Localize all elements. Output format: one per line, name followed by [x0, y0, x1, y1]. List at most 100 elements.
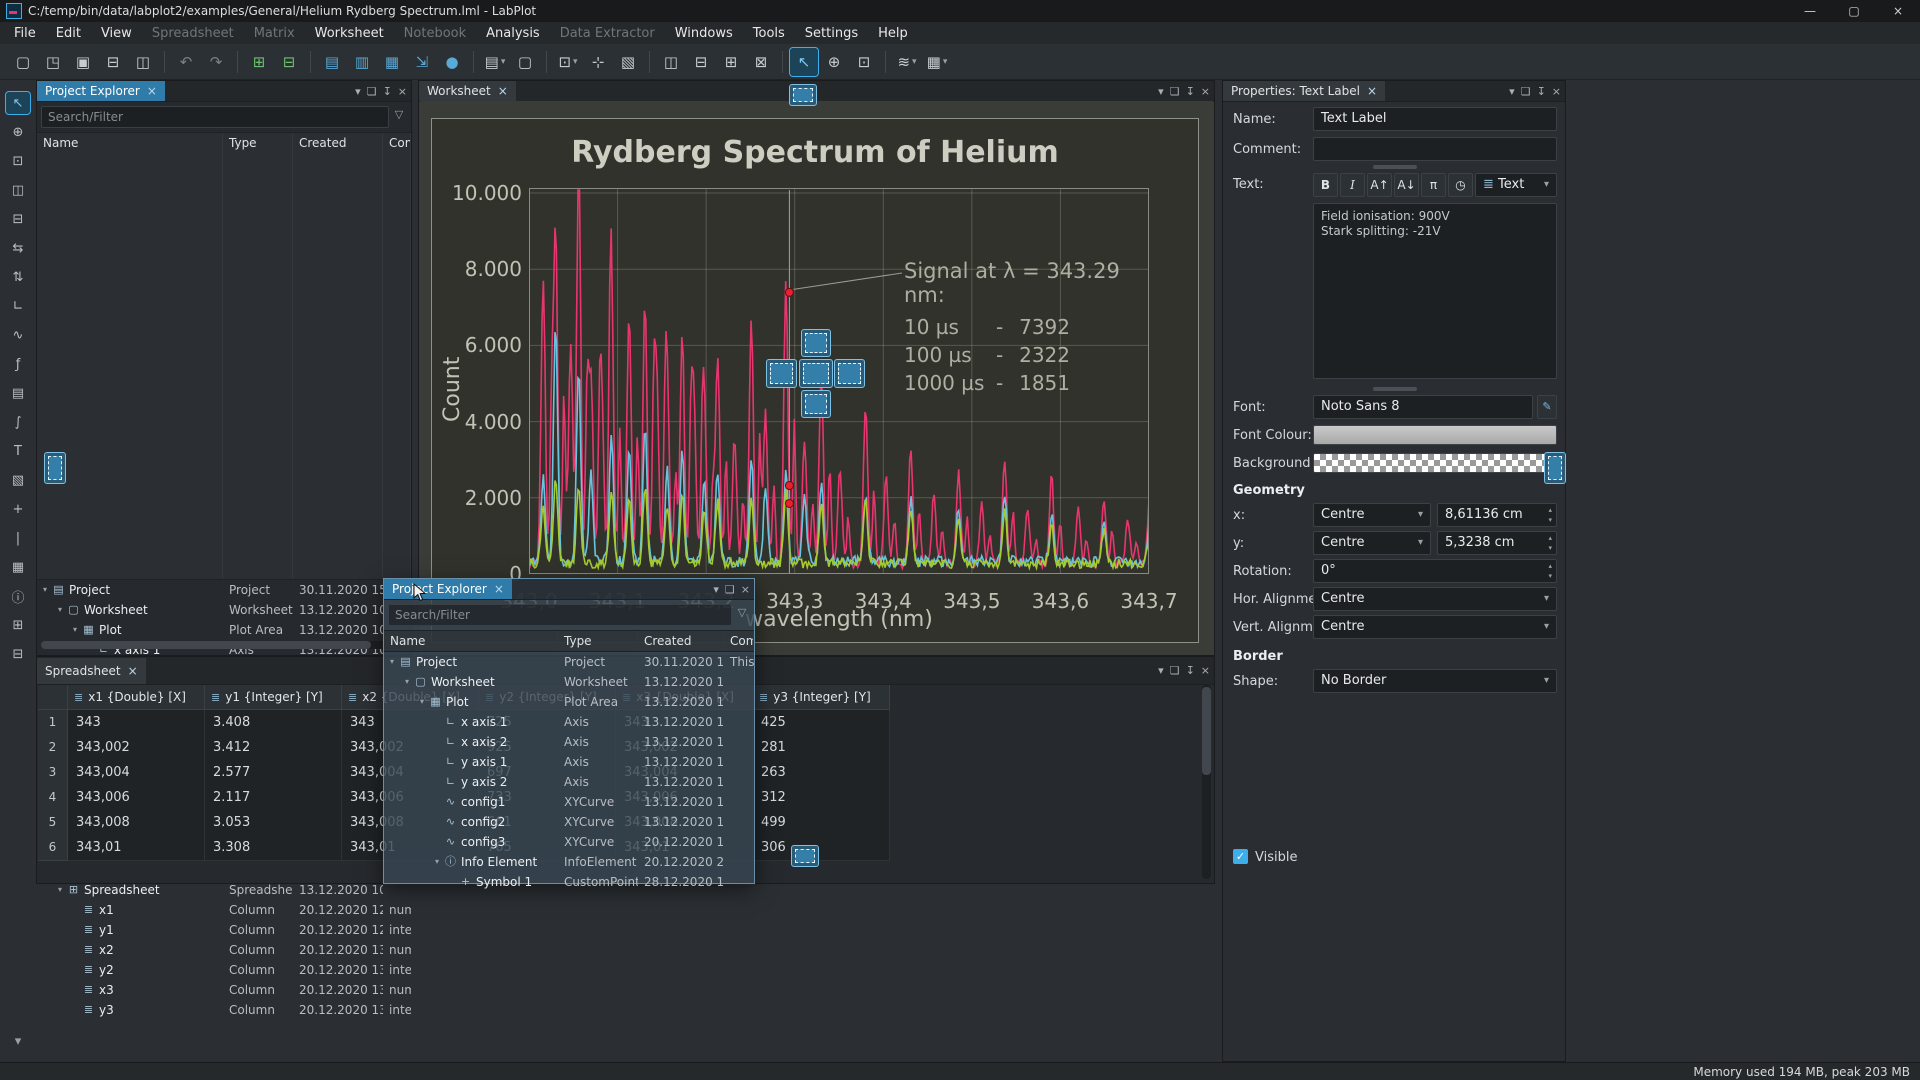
tab-close-icon[interactable]: × [494, 582, 504, 596]
tab-close-icon[interactable]: × [147, 84, 157, 98]
floating-explorer-row-config2[interactable]: ∿config2XYCurve13.12.2020 10:11 [384, 812, 754, 832]
dock-close-button[interactable]: × [1552, 85, 1561, 98]
insert-rows-button[interactable]: ▤ [318, 48, 346, 76]
floating-explorer-row-project[interactable]: ▾▤ProjectProject30.11.2020 15:23This pro… [384, 652, 754, 672]
row-header-1[interactable]: 1 [38, 710, 68, 736]
custom-point-marker-1[interactable] [785, 288, 793, 296]
floating-explorer-row-y-axis-1[interactable]: ∟y axis 1Axis13.12.2020 10:01 [384, 752, 754, 772]
dock-float-button[interactable]: ❏ [1521, 85, 1531, 98]
dock-float-button[interactable]: ❏ [367, 85, 377, 98]
cell-x1-4[interactable]: 343,006 [68, 785, 205, 811]
column-header-x1[interactable]: ≣x1 {Double} [X] [68, 685, 205, 710]
tab-spreadsheet[interactable]: Spreadsheet × [37, 658, 146, 684]
name-field[interactable]: Text Label [1313, 107, 1557, 131]
plot-title[interactable]: Rydberg Spectrum of Helium [432, 135, 1198, 170]
cell-y3-2[interactable]: 281 [753, 735, 890, 761]
cell-y3-6[interactable]: 306 [753, 835, 890, 861]
cell-y1-2[interactable]: 3.412 [205, 735, 342, 761]
floating-explorer-row-y-axis-2[interactable]: ∟y axis 2Axis13.12.2020 10:01 [384, 772, 754, 792]
expander-icon[interactable]: ▾ [416, 692, 428, 712]
floating-explorer-row-config3[interactable]: ∿config3XYCurve20.12.2020 12:39 [384, 832, 754, 852]
tab-close-icon[interactable]: × [1367, 84, 1377, 98]
spreadsheet-vscrollbar[interactable] [1202, 685, 1211, 879]
cell-y3-5[interactable]: 499 [753, 810, 890, 836]
minimize-button[interactable]: — [1788, 0, 1832, 22]
cell-x1-5[interactable]: 343,008 [68, 810, 205, 836]
expander-icon[interactable]: ▾ [69, 620, 81, 640]
spin-down-icon[interactable]: ▾ [1548, 543, 1552, 553]
cell-x1-3[interactable]: 343,004 [68, 760, 205, 786]
datetime-button[interactable]: ◷ [1448, 173, 1473, 197]
save-project-button[interactable]: ▣ [69, 48, 97, 76]
add-image-button[interactable]: ▧ [6, 469, 30, 491]
explorer-hscrollbar[interactable] [41, 641, 403, 649]
add-curve-arrow-icon[interactable]: ▾ [912, 57, 917, 67]
dock-pin-button[interactable]: ↧ [1186, 664, 1195, 677]
row-header-2[interactable]: 2 [38, 735, 68, 761]
superscript-button[interactable]: A↑ [1367, 173, 1392, 197]
row-header-4[interactable]: 4 [38, 785, 68, 811]
menu-data-extractor[interactable]: Data Extractor [550, 24, 665, 43]
x-position-combobox[interactable]: Centre [1313, 503, 1431, 527]
zoom-mode-button[interactable]: ⊡▾ [554, 48, 582, 76]
expander-icon[interactable]: ▾ [54, 600, 66, 620]
zoom-select-region-button[interactable]: ⊡ [6, 150, 30, 172]
explorer-row-y2[interactable]: ≣y2Column20.12.2020 13:55integer da [37, 960, 411, 980]
crosshair-cursor-button[interactable]: ⊕ [6, 121, 30, 143]
column-header-type[interactable]: Type [558, 631, 638, 651]
export-worksheet-button[interactable]: ▤▾ [481, 48, 509, 76]
scrollbar-thumb[interactable] [1202, 687, 1211, 775]
tile-windows-button[interactable]: ⊞ [245, 48, 273, 76]
floating-explorer-row-symbol-1[interactable]: +Symbol 1CustomPoint28.12.2020 10:06 [384, 872, 754, 892]
menu-worksheet[interactable]: Worksheet [305, 24, 394, 43]
font-field[interactable]: Noto Sans 8 [1313, 395, 1533, 419]
dock-close-button[interactable]: × [1201, 85, 1210, 98]
tab-project-explorer-floating[interactable]: Project Explorer × [384, 579, 512, 599]
drop-indicator-top[interactable] [801, 329, 831, 357]
zoom-select-mode-button[interactable]: ⊡ [850, 48, 878, 76]
comment-field[interactable] [1313, 137, 1557, 161]
explorer-row-x3[interactable]: ≣x3Column20.12.2020 13:56numerical [37, 980, 411, 1000]
add-plot-arrow-icon[interactable]: ▾ [943, 57, 948, 67]
crosshair-mode-button[interactable]: ⊕ [820, 48, 848, 76]
explorer-row-project[interactable]: ▾▤ProjectProject30.11.2020 15:23This pro… [37, 580, 411, 600]
zoom-mode-arrow-icon[interactable]: ▾ [573, 57, 578, 67]
shift-x-button[interactable]: ⇆ [6, 237, 30, 259]
scrollbar-thumb[interactable] [41, 641, 371, 649]
custom-point-marker-3[interactable] [785, 499, 793, 507]
drop-indicator-outer-right[interactable] [1544, 452, 1566, 484]
visible-checkbox[interactable]: ✓ [1233, 849, 1248, 864]
spin-up-icon[interactable]: ▴ [1548, 533, 1552, 543]
add-text-label-button[interactable]: T [6, 440, 30, 462]
menu-settings[interactable]: Settings [795, 24, 868, 43]
tab-worksheet[interactable]: Worksheet × [419, 81, 516, 101]
drop-indicator-outer-bottom[interactable] [791, 845, 819, 867]
add-equation-curve-button[interactable]: ƒ [6, 353, 30, 375]
dock-float-button[interactable]: ❏ [1170, 85, 1180, 98]
dock-menu-button[interactable]: ▾ [1158, 85, 1164, 98]
add-analysis-button[interactable]: ∫ [6, 411, 30, 433]
drop-indicator-bottom[interactable] [801, 390, 831, 418]
symbols-button[interactable]: π [1421, 173, 1446, 197]
tab-close-icon[interactable]: × [128, 664, 138, 678]
splitter-grip[interactable] [1373, 387, 1417, 391]
menu-file[interactable]: File [4, 24, 46, 43]
y-position-spinbox[interactable]: 5,3238 cm ▴▾ [1437, 531, 1557, 555]
menu-windows[interactable]: Windows [665, 24, 743, 43]
dock-menu-button[interactable]: ▾ [713, 583, 719, 596]
vertical-layout-button[interactable]: ◫ [657, 48, 685, 76]
close-button[interactable]: × [1876, 0, 1920, 22]
column-header-commen[interactable]: Commen [383, 133, 411, 579]
fit-page-button[interactable]: ⊹ [584, 48, 612, 76]
new-project-button[interactable]: ▢ [9, 48, 37, 76]
explorer-row-worksheet[interactable]: ▾▢WorksheetWorksheet13.12.2020 10:01 [37, 600, 411, 620]
floating-explorer-row-config1[interactable]: ∿config1XYCurve13.12.2020 10:09 [384, 792, 754, 812]
tab-close-icon[interactable]: × [498, 84, 508, 98]
column-header-type[interactable]: Type [223, 133, 293, 579]
explorer-row-plot[interactable]: ▾▦PlotPlot Area13.12.2020 10:01 [37, 620, 411, 640]
menu-spreadsheet[interactable]: Spreadsheet [142, 24, 244, 43]
font-colour-swatch[interactable] [1313, 425, 1557, 445]
x-position-spinbox[interactable]: 8,61136 cm ▴▾ [1437, 503, 1557, 527]
shift-y-button[interactable]: ⇅ [6, 266, 30, 288]
italic-button[interactable]: I [1340, 173, 1365, 197]
